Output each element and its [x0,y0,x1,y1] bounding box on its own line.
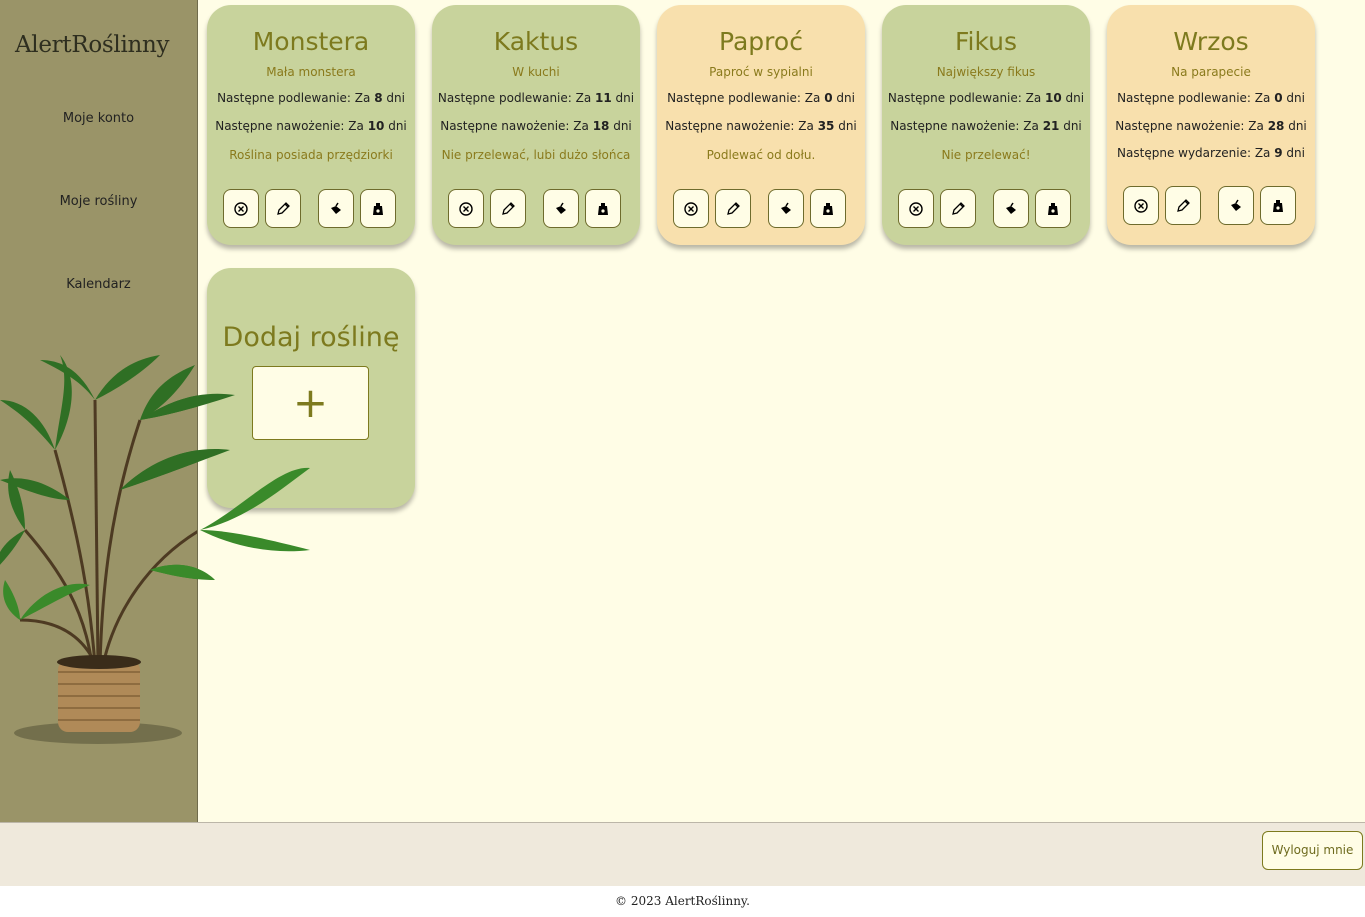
water-button[interactable] [1218,186,1254,225]
footer-copyright: © 2023 AlertRoślinny. [0,886,1365,917]
bottom-bar: Wyloguj mnie [0,822,1365,886]
event-days: 9 [1274,146,1283,160]
delete-button[interactable] [1123,186,1159,225]
plant-card-monstera: Monstera Mała monstera Następne podlewan… [207,5,415,245]
water-button[interactable] [993,189,1029,228]
fertilizing-info: Następne nawożenie: Za 28 dni [1115,119,1307,133]
plant-card-kaktus: Kaktus W kuchi Następne podlewanie: Za 1… [432,5,640,245]
fertilizer-bag-icon [373,202,383,215]
water-button[interactable] [768,189,804,228]
watering-can-icon [1231,199,1241,211]
watering-days: 11 [595,91,612,105]
water-button[interactable] [318,189,354,228]
add-plant-title: Dodaj roślinę [222,322,400,353]
nav-item-calendar[interactable]: Kalendarz [0,277,197,292]
plant-card-wrzos: Wrzos Na parapecie Następne podlewanie: … [1107,5,1315,245]
fertilizing-info: Następne nawożenie: Za 35 dni [665,119,857,133]
fertilize-button[interactable] [1035,189,1071,228]
edit-icon [952,201,965,215]
delete-icon [1134,198,1148,213]
plant-location: Na parapecie [1171,65,1251,79]
app-logo[interactable]: AlertRoślinny [15,32,170,58]
watering-days: 8 [374,91,383,105]
plant-card-paproc: Paproć Paproć w sypialni Następne podlew… [657,5,865,245]
plant-note: Nie przelewać, lubi dużo słońca [441,148,631,162]
fertilizer-bag-icon [1048,202,1058,215]
edit-button[interactable] [715,189,751,228]
nav-item-my-plants[interactable]: Moje rośliny [0,194,197,209]
delete-button[interactable] [673,189,709,228]
plant-name: Wrzos [1173,27,1249,56]
watering-info: Następne podlewanie: Za 8 dni [217,91,405,105]
event-info: Następne wydarzenie: Za 9 dni [1117,146,1305,160]
delete-icon [684,201,698,216]
edit-icon [1177,198,1190,212]
fertilizing-info: Następne nawożenie: Za 18 dni [440,119,632,133]
edit-button[interactable] [490,189,526,228]
plant-note: Podlewać od dołu. [706,148,816,162]
delete-button[interactable] [448,189,484,228]
plant-location: Mała monstera [266,65,356,79]
potted-palm-illustration [0,355,197,744]
plant-location: Największy fikus [936,65,1036,79]
add-plant-card: Dodaj roślinę + [207,268,415,508]
watering-info: Następne podlewanie: Za 11 dni [437,91,635,105]
fertilizing-days: 18 [592,119,610,133]
delete-icon [459,201,473,216]
fertilizing-info: Następne nawożenie: Za 10 dni [215,119,407,133]
watering-info: Następne podlewanie: Za 0 dni [667,91,855,105]
edit-button[interactable] [1165,186,1201,225]
main-content: Monstera Mała monstera Następne podlewan… [198,0,1365,822]
fertilizing-days: 28 [1267,119,1285,133]
plant-location: W kuchi [512,65,560,79]
fertilize-button[interactable] [585,189,621,228]
fertilize-button[interactable] [360,189,396,228]
fertilizer-bag-icon [823,202,833,215]
plant-name: Paproć [719,27,803,56]
fertilizer-bag-icon [598,202,608,215]
fertilize-button[interactable] [1260,186,1296,225]
logout-button[interactable]: Wyloguj mnie [1262,831,1363,870]
edit-button[interactable] [940,189,976,228]
plant-note: Roślina posiada przędziorki [229,148,393,162]
watering-can-icon [1006,202,1016,214]
nav-item-my-account[interactable]: Moje konto [0,111,197,126]
plant-name: Fikus [954,27,1018,56]
plant-name: Kaktus [493,27,579,56]
watering-info: Następne podlewanie: Za 0 dni [1117,91,1305,105]
delete-icon [234,201,248,216]
edit-button[interactable] [265,189,301,228]
water-button[interactable] [543,189,579,228]
fertilize-button[interactable] [810,189,846,228]
watering-info: Następne podlewanie: Za 10 dni [887,91,1085,105]
edit-icon [502,201,515,215]
plant-note: Nie przelewać! [941,148,1031,162]
delete-button[interactable] [223,189,259,228]
watering-can-icon [781,202,791,214]
plant-card-fikus: Fikus Największy fikus Następne podlewan… [882,5,1090,245]
watering-days: 0 [824,91,833,105]
edit-icon [727,201,740,215]
watering-days: 0 [1274,91,1283,105]
watering-days: 10 [1045,91,1062,105]
delete-icon [909,201,923,216]
fertilizer-bag-icon [1273,199,1283,212]
fertilizing-days: 10 [367,119,385,133]
delete-button[interactable] [898,189,934,228]
sidebar: AlertRoślinny Moje konto Moje rośliny Ka… [0,0,198,822]
watering-can-icon [556,202,566,214]
fertilizing-days: 35 [817,119,835,133]
plant-name: Monstera [252,27,370,56]
plant-location: Paproć w sypialni [709,65,813,79]
add-plant-button[interactable]: + [252,366,369,440]
fertilizing-days: 21 [1042,119,1060,133]
edit-icon [277,201,290,215]
watering-can-icon [331,202,341,214]
fertilizing-info: Następne nawożenie: Za 21 dni [890,119,1082,133]
